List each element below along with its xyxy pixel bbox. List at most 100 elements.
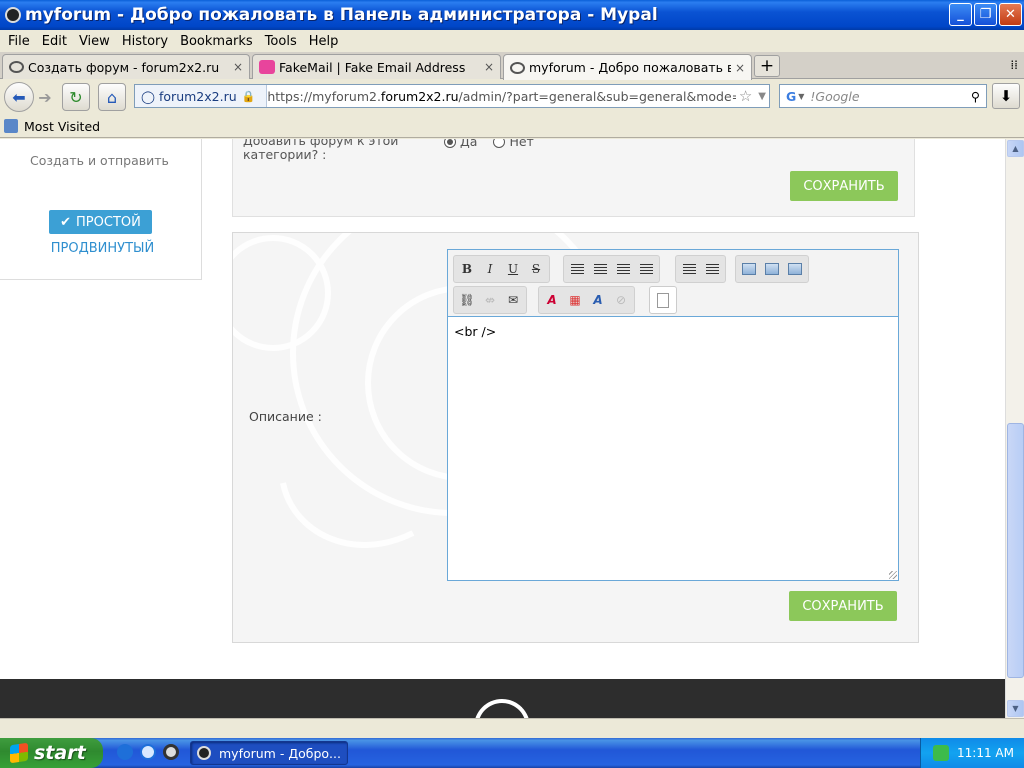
editor-text-area[interactable]: <br /> [454, 324, 496, 339]
font-style-button[interactable]: A [588, 290, 608, 310]
font-color-button[interactable]: A [542, 290, 562, 310]
advanced-mode-link[interactable]: ПРОДВИНУТЫЙ [42, 237, 163, 259]
insert-link-button[interactable]: ⛓ [457, 290, 477, 310]
start-button[interactable]: start [0, 738, 103, 768]
menu-file[interactable]: File [2, 34, 36, 49]
align-center-button[interactable] [590, 259, 610, 279]
menu-view[interactable]: View [73, 34, 116, 49]
resize-handle[interactable] [889, 571, 897, 579]
network-icon[interactable] [933, 745, 949, 761]
vertical-scrollbar[interactable]: ▲ ▼ [1005, 139, 1024, 718]
tab-list-icon[interactable]: ⁞⁞ [1010, 58, 1018, 72]
search-bar[interactable]: G ▼ !Google ⚲ [779, 84, 987, 108]
chevron-down-icon[interactable]: ▼ [798, 92, 804, 101]
italic-button[interactable]: I [480, 259, 500, 279]
bullet-list-button[interactable] [679, 259, 699, 279]
status-bar [0, 718, 1024, 738]
tab-close-icon[interactable]: × [484, 60, 494, 74]
link-icon: ⛓ [459, 293, 475, 307]
mypal-quicklaunch-icon[interactable] [163, 744, 179, 760]
arrow-right-icon: ➔ [38, 87, 52, 107]
clear-format-button[interactable]: ⊘ [611, 290, 631, 310]
back-button[interactable]: ⬅ [4, 82, 34, 112]
scroll-up-icon[interactable]: ▲ [1007, 140, 1024, 157]
windows-logo-icon [10, 742, 28, 764]
strikethrough-button[interactable]: S [526, 259, 546, 279]
numbered-list-button[interactable] [702, 259, 722, 279]
list-group [675, 255, 726, 283]
search-icon[interactable]: ⚲ [971, 89, 980, 104]
insert-gallery-button[interactable] [762, 259, 782, 279]
save-button-bottom[interactable]: СОХРАНИТЬ [789, 591, 897, 621]
speech-bubble-icon [9, 61, 24, 73]
menu-help[interactable]: Help [303, 34, 345, 49]
align-right-button[interactable] [613, 259, 633, 279]
internet-explorer-icon[interactable] [117, 744, 133, 760]
bullet-list-icon [682, 263, 696, 275]
minimize-button[interactable]: _ [949, 3, 972, 26]
simple-mode-button[interactable]: ✔ ПРОСТОЙ [49, 210, 152, 234]
tab-fakemail[interactable]: FakeMail | Fake Email Address × [252, 54, 501, 79]
site-identity[interactable]: ◯ forum2x2.ru 🔒 [135, 85, 268, 107]
url-domain: forum2x2.ru [380, 88, 459, 104]
dropdown-arrow-icon[interactable]: ▼ [758, 91, 766, 102]
speech-bubble-icon: ◯ [141, 88, 155, 104]
justify-button[interactable] [636, 259, 656, 279]
reload-icon: ↻ [69, 87, 83, 107]
address-bar[interactable]: ◯ forum2x2.ru 🔒 https://myforum2.forum2x… [134, 84, 770, 108]
menu-history[interactable]: History [116, 34, 174, 49]
google-icon[interactable]: G [786, 89, 796, 104]
bookmark-star-icon[interactable]: ☆ [739, 87, 752, 105]
insert-image-button[interactable] [739, 259, 759, 279]
tab-close-icon[interactable]: × [735, 61, 745, 75]
numbered-list-icon [705, 263, 719, 275]
insert-email-button[interactable]: ✉ [503, 290, 523, 310]
underline-button[interactable]: U [503, 259, 523, 279]
menu-tools[interactable]: Tools [259, 34, 303, 49]
start-label: start [34, 742, 86, 764]
bookmark-folder-icon [4, 119, 18, 133]
tab-myforum-admin[interactable]: myforum - Добро пожаловать в ... × [503, 54, 752, 80]
close-button[interactable]: ✕ [999, 3, 1022, 26]
tab-close-icon[interactable]: × [233, 60, 243, 74]
maximize-button[interactable]: ❐ [974, 3, 997, 26]
taskbar-window-item[interactable]: myforum - Добро... [190, 741, 348, 765]
new-tab-button[interactable]: + [754, 55, 780, 77]
download-arrow-icon: ⬇ [999, 87, 1013, 105]
unlink-icon: ⇎ [484, 293, 496, 307]
description-label: Описание : [249, 409, 322, 424]
source-view-button[interactable] [653, 290, 673, 310]
save-button-top[interactable]: СОХРАНИТЬ [790, 171, 898, 201]
document-icon [657, 292, 669, 308]
reload-button[interactable]: ↻ [62, 83, 90, 111]
tab-create-forum[interactable]: Создать форум - forum2x2.ru × [2, 54, 250, 79]
bookmark-most-visited[interactable]: Most Visited [24, 119, 100, 134]
clear-format-icon: ⊘ [615, 293, 627, 307]
insert-video-button[interactable] [785, 259, 805, 279]
align-right-icon [616, 263, 630, 275]
align-left-icon [570, 263, 584, 275]
url-text[interactable]: https://myforum2.forum2x2.ru/admin/?part… [267, 89, 736, 104]
radio-no[interactable] [493, 139, 506, 148]
scrollbar-thumb[interactable] [1007, 423, 1024, 678]
scroll-down-icon[interactable]: ▼ [1007, 700, 1024, 717]
checkmark-icon: ✔ [60, 214, 72, 230]
radio-yes[interactable] [444, 139, 456, 148]
editor-toolbar: B I U S ⛓ ⇎ ✉ A ▦ A ⊘ [448, 250, 898, 317]
menu-bookmarks[interactable]: Bookmarks [174, 34, 259, 49]
download-button[interactable]: ⬇ [992, 83, 1020, 109]
search-input[interactable]: !Google [810, 89, 970, 104]
align-center-icon [593, 263, 607, 275]
ie-alt-icon[interactable] [140, 744, 156, 760]
site-identity-label: forum2x2.ru [159, 88, 237, 104]
text-style-group: B I U S [453, 255, 550, 283]
home-button[interactable]: ⌂ [98, 83, 126, 111]
bold-button[interactable]: B [457, 259, 477, 279]
forward-button[interactable]: ➔ [34, 83, 56, 111]
align-left-button[interactable] [567, 259, 587, 279]
video-icon [788, 263, 802, 275]
color-palette-button[interactable]: ▦ [565, 290, 585, 310]
unlink-button[interactable]: ⇎ [480, 290, 500, 310]
clock: 11:11 AM [957, 746, 1014, 760]
menu-edit[interactable]: Edit [36, 34, 73, 49]
